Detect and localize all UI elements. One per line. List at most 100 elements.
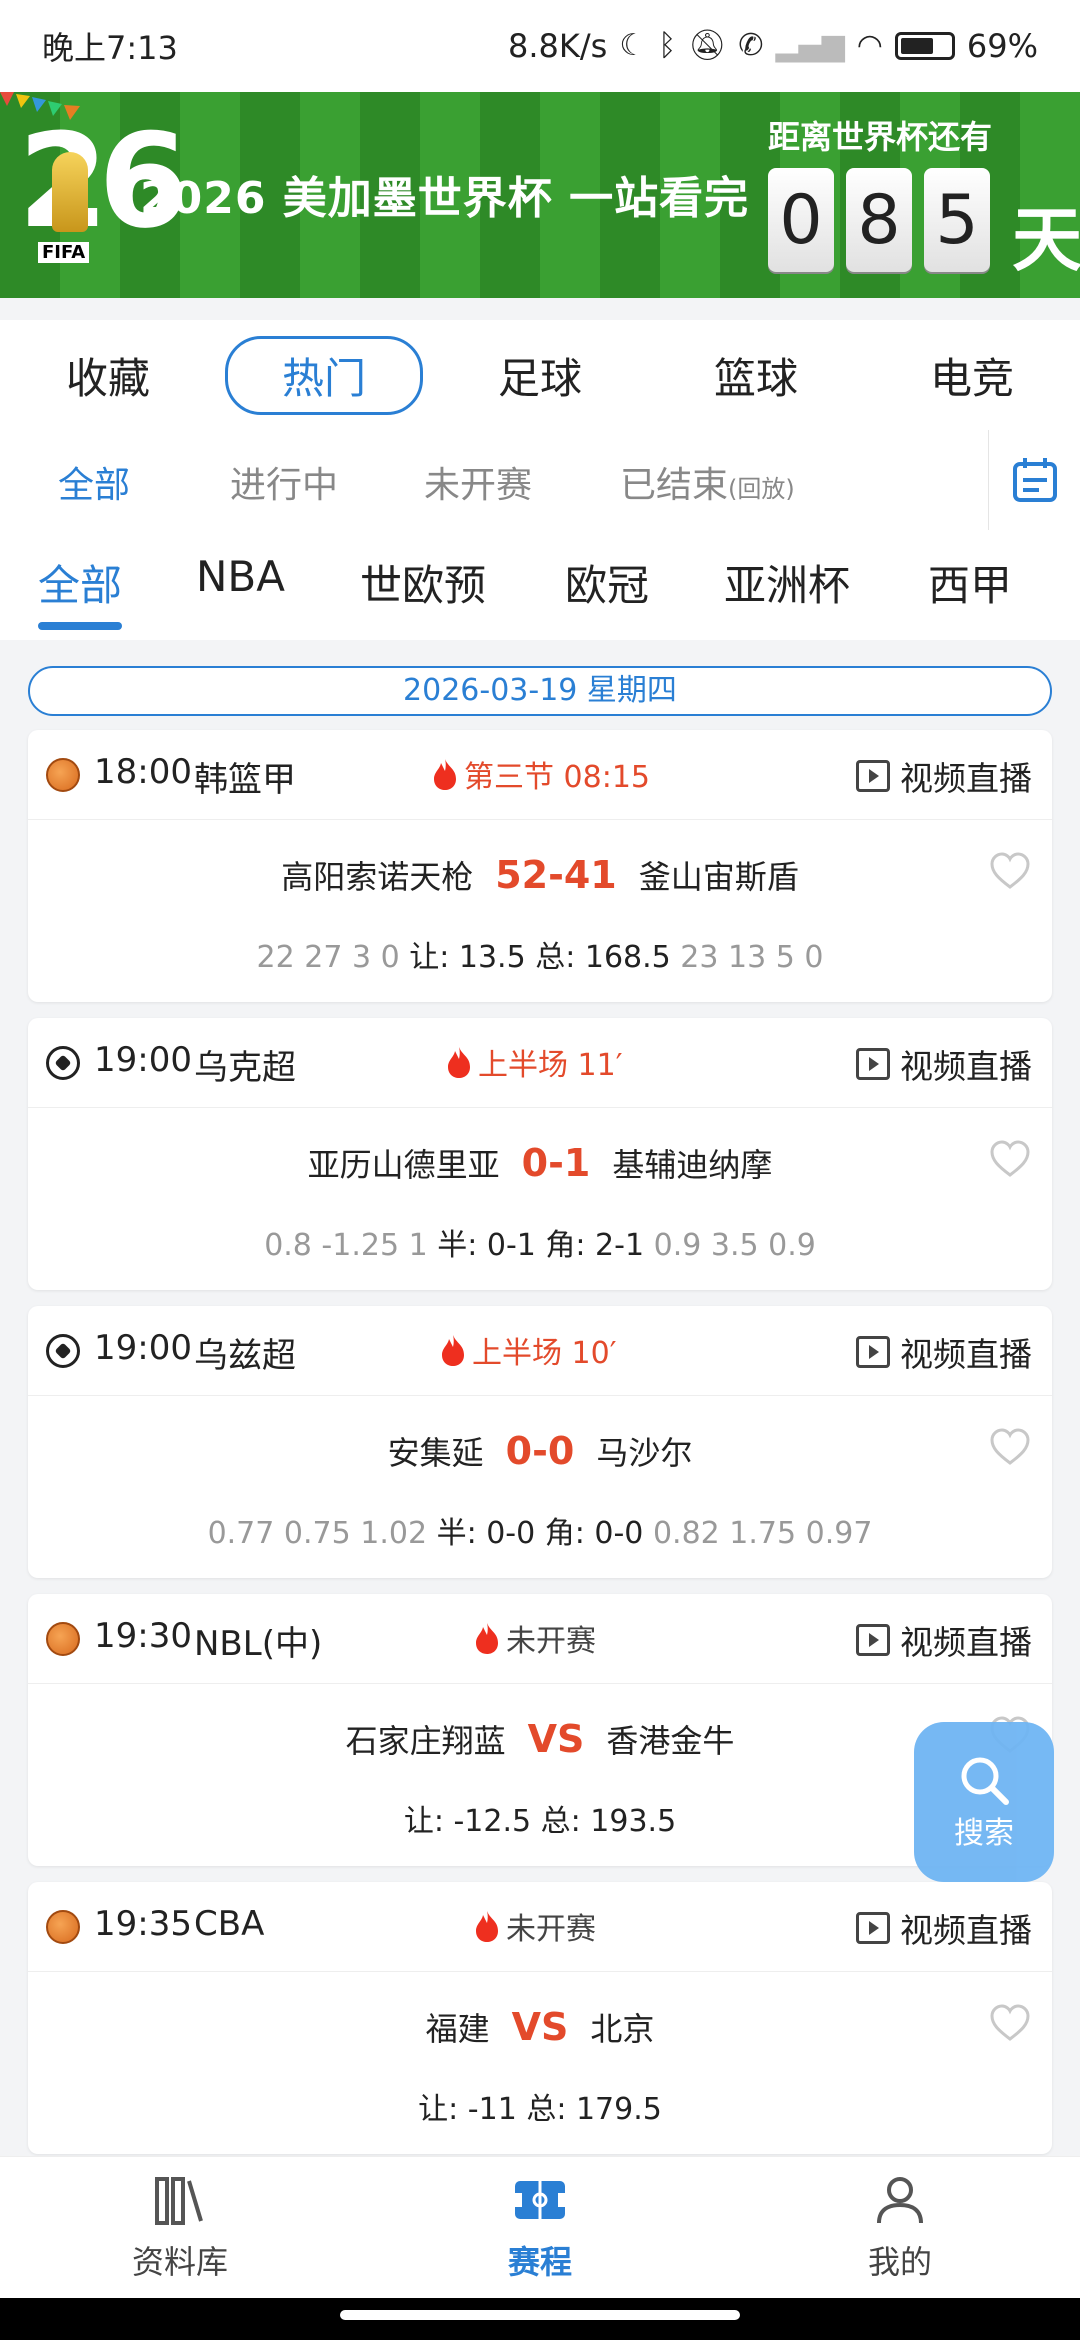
match-status: 未开赛	[472, 1616, 596, 1660]
countdown-digit: 8	[846, 168, 912, 272]
search-button[interactable]: 搜索	[914, 1722, 1054, 1882]
home-team: 福建	[425, 2010, 490, 2048]
league-tab-nba[interactable]: NBA	[196, 552, 285, 601]
match-card[interactable]: 19:00 乌克超 上半场 11′ 视频直播 亚历山德里亚 0-1 基辅迪纳摩 …	[28, 1018, 1052, 1290]
match-header: 18:00 韩篮甲 第三节 08:15 视频直播	[28, 730, 1052, 820]
battery-percent: 69%	[966, 27, 1038, 65]
video-icon	[856, 760, 890, 792]
nav-database[interactable]: 资料库	[0, 2157, 360, 2298]
match-time: 18:00	[94, 752, 192, 792]
favorite-heart-icon[interactable]	[990, 2004, 1030, 2044]
match-time: 19:30	[94, 1616, 192, 1656]
net-speed: 8.8K/s	[508, 27, 608, 65]
fire-icon	[442, 1335, 464, 1366]
video-icon	[856, 1912, 890, 1944]
match-odds: 22 27 3 0 让: 13.5 总: 168.5 23 13 5 0	[256, 940, 824, 975]
match-odds: 让: -12.5 总: 193.5	[403, 1804, 677, 1839]
basketball-icon	[46, 758, 80, 792]
search-label: 搜索	[954, 1816, 1014, 1851]
match-odds: 0.77 0.75 1.02 半: 0-0 角: 0-0 0.82 1.75 0…	[207, 1516, 873, 1551]
call-icon: ✆	[738, 28, 764, 63]
match-card[interactable]: 18:00 韩篮甲 第三节 08:15 视频直播 高阳索诺天枪 52-41 釜山…	[28, 730, 1052, 1002]
match-score: 0-1	[521, 1141, 591, 1185]
video-live-button[interactable]: 视频直播	[856, 752, 1032, 800]
league-tab-all[interactable]: 全部	[38, 552, 122, 613]
home-team: 高阳索诺天枪	[281, 858, 474, 896]
home-team: 石家庄翔蓝	[345, 1722, 506, 1760]
countdown-digit: 0	[768, 168, 834, 272]
video-icon	[856, 1336, 890, 1368]
video-icon	[856, 1048, 890, 1080]
away-team: 釜山宙斯盾	[638, 858, 799, 896]
world-cup-banner[interactable]: 26 FIFA 2026 美加墨世界杯 一站看完 距离世界杯还有 0 8 5 天	[0, 92, 1080, 298]
favorite-heart-icon[interactable]	[990, 1140, 1030, 1180]
tab-basketball[interactable]: 篮球	[648, 345, 864, 406]
match-status: 第三节 08:15	[430, 752, 650, 796]
football-icon	[46, 1334, 80, 1368]
favorite-heart-icon[interactable]	[990, 1428, 1030, 1468]
match-teams: 安集延 0-0 马沙尔	[28, 1428, 1052, 1474]
countdown-digit: 5	[924, 168, 990, 272]
filter-upcoming[interactable]: 未开赛	[424, 456, 532, 508]
library-icon	[155, 2176, 203, 2225]
league-tab-wc-euro-qualifiers[interactable]: 世欧预	[360, 552, 486, 613]
filter-all[interactable]: 全部	[58, 456, 130, 508]
league-tab-ucl[interactable]: 欧冠	[565, 552, 649, 613]
home-team: 亚历山德里亚	[307, 1146, 500, 1184]
match-odds: 0.8 -1.25 1 半: 0-1 角: 2-1 0.9 3.5 0.9	[264, 1228, 816, 1263]
tab-esports[interactable]: 电竞	[864, 345, 1080, 406]
match-card[interactable]: 19:30 NBL(中) 未开赛 视频直播 石家庄翔蓝 VS 香港金牛 让: -…	[28, 1594, 1052, 1866]
match-score: 0-0	[505, 1429, 575, 1473]
match-card[interactable]: 19:35 CBA 未开赛 视频直播 福建 VS 北京 让: -11 总: 17…	[28, 1882, 1052, 2154]
tab-hot[interactable]: 热门	[216, 335, 432, 415]
league-tab-asian-cup[interactable]: 亚洲杯	[724, 552, 850, 613]
match-score: VS	[527, 1717, 585, 1761]
calendar-button[interactable]	[988, 430, 1080, 530]
trophy-icon	[52, 152, 88, 232]
basketball-icon	[46, 1910, 80, 1944]
signal-icon: ▂▄▆	[775, 28, 845, 63]
video-live-button[interactable]: 视频直播	[856, 1328, 1032, 1376]
status-bar: 晚上7:13 8.8K/s ☾ ᛒ 🔕︎ ✆ ▂▄▆ ◠ 69%	[0, 0, 1080, 92]
filter-ended[interactable]: 已结束(回放)	[620, 456, 795, 508]
match-time: 19:00	[94, 1328, 192, 1368]
league-tab-laliga[interactable]: 西甲	[928, 552, 1012, 613]
home-indicator[interactable]	[340, 2310, 740, 2320]
match-teams: 石家庄翔蓝 VS 香港金牛	[28, 1716, 1052, 1762]
video-live-button[interactable]: 视频直播	[856, 1040, 1032, 1088]
match-card[interactable]: 19:00 乌兹超 上半场 10′ 视频直播 安集延 0-0 马沙尔 0.77 …	[28, 1306, 1052, 1578]
fire-icon	[448, 1047, 470, 1078]
match-teams: 亚历山德里亚 0-1 基辅迪纳摩	[28, 1140, 1052, 1186]
mute-bell-icon: 🔕︎	[688, 28, 727, 63]
filter-live[interactable]: 进行中	[230, 456, 338, 508]
match-time: 19:35	[94, 1904, 192, 1944]
nav-schedule[interactable]: 赛程	[360, 2157, 720, 2298]
tab-favorites[interactable]: 收藏	[0, 345, 216, 406]
calendar-icon	[1012, 458, 1057, 502]
match-status: 上半场 10′	[438, 1328, 617, 1372]
match-teams: 福建 VS 北京	[28, 2004, 1052, 2050]
status-filter-row: 全部 进行中 未开赛 已结束(回放)	[0, 430, 1080, 530]
countdown-digits: 0 8 5	[768, 168, 990, 272]
fire-icon	[476, 1911, 498, 1942]
video-live-button[interactable]: 视频直播	[856, 1616, 1032, 1664]
match-header: 19:00 乌克超 上半场 11′ 视频直播	[28, 1018, 1052, 1108]
video-icon	[856, 1624, 890, 1656]
video-live-button[interactable]: 视频直播	[856, 1904, 1032, 1952]
away-team: 北京	[590, 2010, 655, 2048]
football-icon	[46, 1046, 80, 1080]
match-league: 乌克超	[194, 1048, 296, 1088]
basketball-icon	[46, 1622, 80, 1656]
world-cup-logo: 26 FIFA	[18, 105, 189, 263]
away-team: 基辅迪纳摩	[612, 1146, 773, 1184]
tab-football[interactable]: 足球	[432, 345, 648, 406]
match-header: 19:00 乌兹超 上半场 10′ 视频直播	[28, 1306, 1052, 1396]
nav-profile[interactable]: 我的	[720, 2157, 1080, 2298]
favorite-heart-icon[interactable]	[990, 852, 1030, 892]
search-icon	[961, 1757, 1009, 1805]
pitch-icon	[515, 2180, 565, 2219]
match-odds: 让: -11 总: 179.5	[418, 2092, 662, 2127]
match-header: 19:35 CBA 未开赛 视频直播	[28, 1882, 1052, 1972]
match-score: 52-41	[495, 853, 617, 897]
sport-category-tabs: 收藏 热门 足球 篮球 电竞	[0, 320, 1080, 430]
